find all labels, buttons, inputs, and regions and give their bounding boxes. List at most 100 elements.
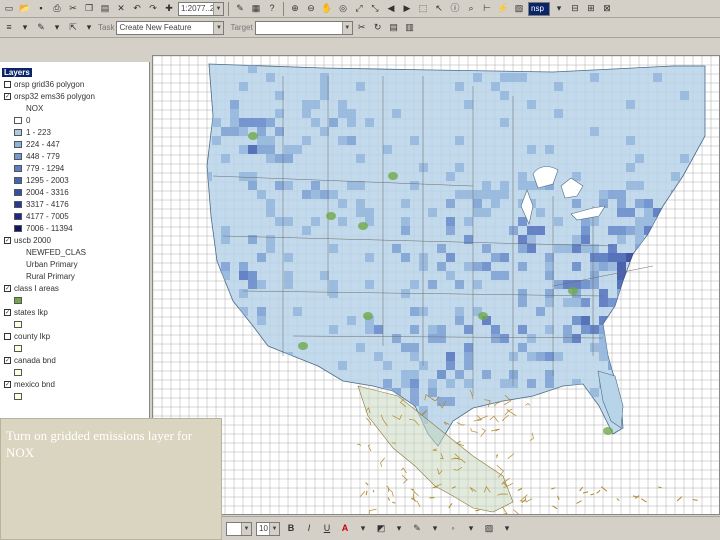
identify-icon[interactable]: ⓘ xyxy=(448,2,462,16)
undo-icon[interactable]: ↶ xyxy=(130,2,144,16)
layer-checkbox[interactable]: ✓ xyxy=(4,356,11,364)
chevron-down-icon[interactable]: ▾ xyxy=(428,522,442,536)
fixed-zoom-in-icon[interactable]: ⤢ xyxy=(352,2,366,16)
forward-extent-icon[interactable]: ▶ xyxy=(400,2,414,16)
toc-layer-23[interactable]: ✓ canada bnd xyxy=(4,354,56,366)
select-features-icon[interactable]: ⬚ xyxy=(416,2,430,16)
font-size-combo[interactable]: 10 ▼ xyxy=(256,521,280,536)
adjust-icon[interactable]: ⊠ xyxy=(600,2,614,16)
emission-cell xyxy=(581,316,590,325)
chevron-down-icon[interactable]: ▾ xyxy=(356,522,370,536)
open-icon[interactable]: 📂 xyxy=(18,2,32,16)
emission-cell xyxy=(590,217,599,226)
pan-icon[interactable]: ✋ xyxy=(320,2,334,16)
arctoolbox-icon[interactable]: ▦ xyxy=(249,2,263,16)
add-data-icon[interactable]: ✚ xyxy=(162,2,176,16)
layer-checkbox[interactable]: ✓ xyxy=(4,284,11,292)
emission-cell xyxy=(572,316,581,325)
editor-menu-icon[interactable]: ≡ xyxy=(2,21,16,35)
chevron-down-icon[interactable]: ▾ xyxy=(392,522,406,536)
help-icon[interactable]: ? xyxy=(265,2,279,16)
find-icon[interactable]: ⌕ xyxy=(464,2,478,16)
emission-cell xyxy=(410,388,419,397)
edit-tool-icon[interactable]: ⇱ xyxy=(66,21,80,35)
toc-label: 779 - 1294 xyxy=(26,163,65,173)
full-extent-icon[interactable]: ◎ xyxy=(336,2,350,16)
chevron-down-icon[interactable]: ▾ xyxy=(500,522,514,536)
bold-button[interactable]: B xyxy=(284,522,298,536)
shadow-icon[interactable]: ▨ xyxy=(482,522,496,536)
layer-checkbox[interactable] xyxy=(4,332,11,340)
map-canvas[interactable] xyxy=(152,55,719,517)
emission-cell xyxy=(428,208,437,217)
chevron-down-icon[interactable]: ▼ xyxy=(341,21,352,34)
back-extent-icon[interactable]: ◀ xyxy=(384,2,398,16)
redo-icon[interactable]: ↷ xyxy=(146,2,160,16)
emission-cell xyxy=(419,361,428,370)
line-color-icon[interactable]: ✎ xyxy=(410,522,424,536)
new-document-icon[interactable]: ▭ xyxy=(2,2,16,16)
underline-button[interactable]: U xyxy=(320,522,334,536)
emission-cell xyxy=(554,217,563,226)
rotate-tool-icon[interactable]: ↻ xyxy=(371,21,385,35)
flicker-icon[interactable]: ⊞ xyxy=(584,2,598,16)
toc-layer-0[interactable]: orsp grid36 polygon xyxy=(4,78,84,90)
chevron-down-icon[interactable]: ▾ xyxy=(464,522,478,536)
toc-layer-21[interactable]: county lkp xyxy=(4,330,50,342)
toc-layer-19[interactable]: ✓ states lkp xyxy=(4,306,48,318)
toc-layer-13[interactable]: ✓ uscb 2000 xyxy=(4,234,51,246)
copy-icon[interactable]: ❐ xyxy=(82,2,96,16)
chevron-down-icon[interactable]: ▼ xyxy=(269,522,279,535)
layer-checkbox[interactable]: ✓ xyxy=(4,92,11,100)
sketch-properties-icon[interactable]: ▥ xyxy=(403,21,417,35)
delete-icon[interactable]: ✕ xyxy=(114,2,128,16)
chevron-down-icon[interactable]: ▼ xyxy=(213,21,224,34)
map-scale-combo[interactable]: 1:2077..20 ▼ xyxy=(178,1,224,16)
chevron-down-icon[interactable]: ▾ xyxy=(18,21,32,35)
toc-layer-25[interactable]: ✓ mexico bnd xyxy=(4,378,55,390)
emission-cell xyxy=(563,244,572,253)
map-display[interactable] xyxy=(152,55,720,517)
task-combo[interactable]: Create New Feature ▼ xyxy=(116,20,225,35)
toc-title[interactable]: Layers xyxy=(2,67,32,77)
font-color-button[interactable]: A xyxy=(338,522,352,536)
layer-combo[interactable]: nsp xyxy=(528,1,550,16)
emission-cell xyxy=(581,226,590,235)
marker-color-icon[interactable]: ◦ xyxy=(446,522,460,536)
chevron-down-icon[interactable]: ▼ xyxy=(241,522,251,535)
chevron-down-icon[interactable]: ▾ xyxy=(82,21,96,35)
select-elements-icon[interactable]: ↖ xyxy=(432,2,446,16)
font-name-combo[interactable]: ▼ xyxy=(226,521,252,536)
paste-icon[interactable]: ▤ xyxy=(98,2,112,16)
print-icon[interactable]: ⎙ xyxy=(50,2,64,16)
zoom-out-icon[interactable]: ⊖ xyxy=(304,2,318,16)
layer-tool-icon[interactable]: ▧ xyxy=(512,2,526,16)
italic-button[interactable]: I xyxy=(302,522,316,536)
layer-checkbox[interactable]: ✓ xyxy=(4,236,11,244)
target-combo[interactable]: ▼ xyxy=(254,20,353,35)
emission-cell xyxy=(266,244,275,253)
zoom-in-icon[interactable]: ⊕ xyxy=(288,2,302,16)
layer-checkbox[interactable]: ✓ xyxy=(4,380,11,388)
attributes-icon[interactable]: ▤ xyxy=(387,21,401,35)
fixed-zoom-out-icon[interactable]: ⤡ xyxy=(368,2,382,16)
swipe-icon[interactable]: ⊟ xyxy=(568,2,582,16)
fill-color-icon[interactable]: ◩ xyxy=(374,522,388,536)
toc-layer-17[interactable]: ✓ class I areas xyxy=(4,282,59,294)
emission-cell xyxy=(356,199,365,208)
editor-icon[interactable]: ✎ xyxy=(233,2,247,16)
measure-icon[interactable]: ⊢ xyxy=(480,2,494,16)
chevron-down-icon[interactable]: ▾ xyxy=(50,21,64,35)
hyperlink-icon[interactable]: ⚡ xyxy=(496,2,510,16)
toc-layer-1[interactable]: ✓ orsp32 ems36 polygon xyxy=(4,90,95,102)
emission-cell xyxy=(329,325,338,334)
cut-icon[interactable]: ✂ xyxy=(66,2,80,16)
chevron-down-icon[interactable]: ▾ xyxy=(552,2,566,16)
split-tool-icon[interactable]: ✂ xyxy=(355,21,369,35)
layer-checkbox[interactable] xyxy=(4,80,11,88)
toc-root[interactable]: Layers xyxy=(2,66,32,78)
layer-checkbox[interactable]: ✓ xyxy=(4,308,11,316)
chevron-down-icon[interactable]: ▼ xyxy=(213,2,223,15)
sketch-tool-icon[interactable]: ✎ xyxy=(34,21,48,35)
save-icon[interactable]: ▪ xyxy=(34,2,48,16)
